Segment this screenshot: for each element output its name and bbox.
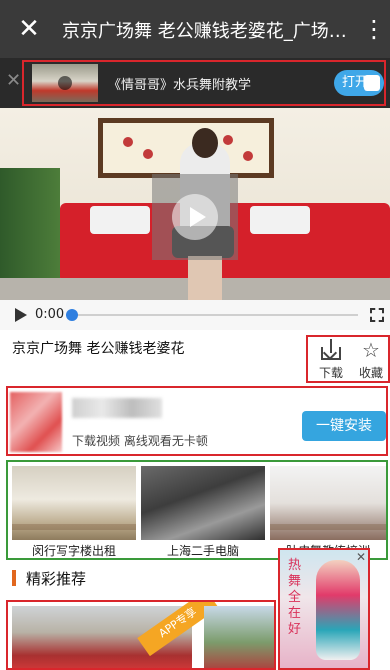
painting-flower — [223, 135, 233, 145]
video-play-button[interactable] — [152, 174, 238, 260]
recommendation-thumbnail[interactable] — [204, 606, 274, 668]
thumbnail-image[interactable] — [12, 466, 136, 540]
floating-ad-text: 热舞全在好 — [288, 558, 302, 637]
promo-text[interactable]: 《情哥哥》水兵舞附教学 — [108, 74, 251, 93]
close-icon[interactable]: ✕ — [14, 14, 44, 44]
player-controls: 0:00 — [0, 300, 390, 330]
ad-description: 下载视频 离线观看无卡顿 — [72, 434, 208, 448]
download-button[interactable]: 下载 — [312, 339, 350, 381]
painting-flower — [123, 137, 133, 147]
title-bar: ✕ 京京广场舞 老公赚钱老婆花_广场舞... ⋮ — [0, 0, 390, 58]
recommendation-list: APP专享 — [6, 600, 276, 670]
thumbnail-image[interactable] — [270, 466, 386, 540]
app-promo-banner: ✕ 《情哥哥》水兵舞附教学 打开 — [0, 58, 390, 108]
video-actions: 下载 ☆ 收藏 — [306, 335, 390, 383]
thumbnail-label[interactable]: 上海二手电脑 — [141, 542, 265, 559]
play-triangle-icon — [190, 207, 206, 227]
video-player[interactable] — [0, 108, 390, 300]
favorite-button[interactable]: ☆ 收藏 — [352, 339, 390, 381]
section-title: 精彩推荐 — [26, 570, 87, 588]
promo-thumbnail[interactable] — [32, 64, 98, 102]
thumbnail-image[interactable] — [141, 466, 265, 540]
more-options-icon[interactable]: ⋮ — [362, 14, 386, 44]
dancer-head — [192, 128, 218, 158]
download-label: 下载 — [318, 366, 343, 380]
floating-ad-close-icon[interactable]: ✕ — [356, 550, 366, 564]
seek-bar[interactable] — [72, 314, 358, 316]
dancer-legs — [188, 256, 222, 300]
section-accent-bar — [12, 570, 16, 586]
promo-close-icon[interactable]: ✕ — [6, 70, 21, 91]
star-icon: ☆ — [362, 338, 380, 362]
blurred-app-name — [72, 398, 162, 418]
play-icon[interactable] — [15, 308, 27, 322]
install-button[interactable]: 一键安装 — [302, 411, 386, 441]
page-title: 京京广场舞 老公赚钱老婆花_广场舞... — [62, 21, 352, 42]
video-title: 京京广场舞 老公赚钱老婆花 — [12, 341, 185, 357]
painting-flower — [143, 149, 153, 159]
open-app-button[interactable]: 打开 — [334, 70, 384, 96]
sofa-cushion — [250, 206, 310, 234]
sofa-cushion — [90, 206, 150, 234]
thumbnail-ads: 闵行写字楼出租 上海二手电脑 肚皮舞教练培训 — [6, 460, 388, 560]
favorite-label: 收藏 — [358, 366, 383, 380]
seek-handle[interactable] — [66, 309, 78, 321]
floating-ad[interactable]: 热舞全在好 ✕ — [278, 548, 370, 670]
current-time: 0:00 — [35, 307, 65, 322]
painting-flower — [243, 151, 253, 161]
app-icon — [10, 392, 62, 452]
fullscreen-icon[interactable] — [370, 308, 384, 322]
download-icon — [320, 339, 342, 361]
thumbnail-label[interactable]: 闵行写字楼出租 — [12, 542, 136, 559]
floating-ad-image — [316, 560, 360, 660]
app-install-ad[interactable]: 下载视频 离线观看无卡顿 一键安装 — [6, 386, 388, 456]
play-icon — [58, 76, 72, 90]
app-logo-icon — [364, 75, 380, 91]
